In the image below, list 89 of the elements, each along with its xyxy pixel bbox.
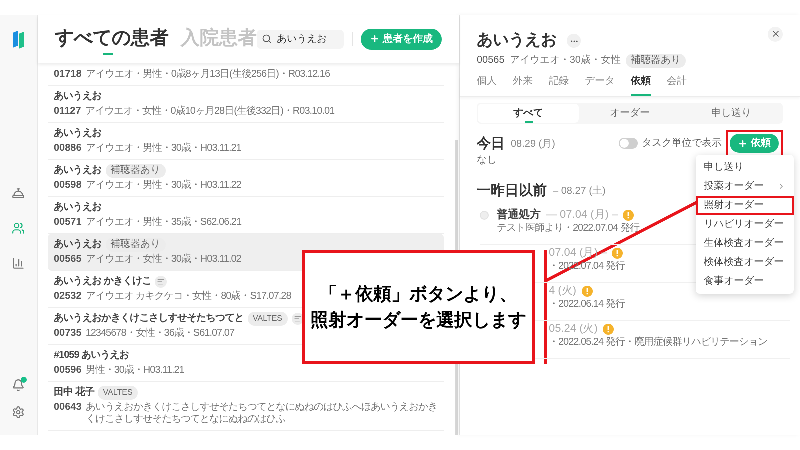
- patient-id: 02532: [54, 291, 82, 303]
- patient-details: アイウエオ・男性・0歳8ヶ月13日(生後256日)・R03.12.16: [86, 69, 330, 81]
- menu-item[interactable]: 食事オーダー: [696, 272, 794, 291]
- nav-item[interactable]: [10, 220, 27, 237]
- detail-tab[interactable]: 会計: [667, 76, 687, 96]
- section-title: 今日: [477, 134, 505, 153]
- toggle-label: タスク単位で表示: [642, 136, 722, 151]
- settings-button[interactable]: [10, 404, 27, 421]
- tag: VALTES: [248, 312, 288, 326]
- patient-id: 00565: [477, 54, 505, 68]
- patient-row[interactable]: 01718 アイウエオ・男性・0歳8ヶ月13日(生後256日)・R03.12.16: [48, 63, 444, 86]
- people-icon: [12, 222, 25, 235]
- bell-tray-icon: [12, 187, 25, 200]
- section-title: 一昨日以前: [477, 181, 547, 200]
- order-date: 07.04 (月) –: [549, 246, 608, 261]
- patient-details: アイウエオ・男性・35歳・S62.06.21: [86, 217, 242, 229]
- segment-tab[interactable]: すべて: [478, 104, 580, 123]
- patient-details: 男性・30歳・H03.11.21: [86, 365, 184, 377]
- patient-details: アイウエオ カキクケコ・女性・80歳・S17.07.28: [86, 291, 292, 303]
- patient-id: 00571: [54, 217, 82, 229]
- logo-icon: [12, 31, 24, 49]
- patient-id: 00565: [54, 254, 82, 266]
- detail-tab[interactable]: 外来: [513, 76, 533, 96]
- plus-icon: [738, 138, 748, 148]
- section-date: 08.29 (月): [511, 138, 556, 152]
- patient-name: あいうえおかきくけこさしすせそたちつてと: [54, 312, 244, 326]
- patient-name: あいうえお かきくけこ: [54, 275, 152, 289]
- patient-name: あいうえお: [54, 127, 102, 141]
- patient-details: アイウエオ・女性・30歳・H03.11.02: [86, 254, 242, 266]
- nav-item[interactable]: [10, 255, 27, 272]
- segment-tab[interactable]: オーダー: [579, 104, 681, 123]
- patient-id: 00598: [54, 180, 82, 192]
- patient-row[interactable]: あいうえお 01127 アイウエオ・女性・0歳10ヶ月28日(生後332日)・R03.10.01: [48, 86, 444, 123]
- patient-title: あいうえお: [477, 31, 557, 51]
- settings-icon: [12, 406, 25, 419]
- detail-tab[interactable]: 記録: [549, 76, 569, 96]
- patient-id: 01127: [54, 106, 82, 118]
- patient-id: 01718: [54, 69, 82, 81]
- patient-id: 00735: [54, 328, 82, 340]
- order-date: 05.24 (火): [549, 322, 598, 337]
- plus-icon: [370, 34, 380, 44]
- toggle-switch[interactable]: [619, 138, 638, 149]
- patient-id: 00886: [54, 143, 82, 155]
- patient-meta: アイウエオ・30歳・女性: [510, 54, 621, 68]
- bell-icon: [12, 379, 25, 392]
- patient-name: あいうえお: [54, 164, 102, 178]
- menu-item[interactable]: 生体検査オーダー: [696, 234, 794, 253]
- patient-id: 00643: [54, 402, 82, 414]
- section-date: – 08.27 (土): [553, 184, 606, 199]
- order-info: ・2022.06.14 発行: [549, 299, 625, 311]
- close-icon: [770, 29, 780, 39]
- patient-name: #1059 あいうえお: [54, 349, 130, 363]
- empty-text: なし: [477, 154, 497, 168]
- patient-row[interactable]: あいうえお 00886 アイウエオ・男性・30歳・H03.11.21: [48, 123, 444, 160]
- search-icon: [262, 34, 272, 44]
- menu-item[interactable]: 検体検査オーダー: [696, 253, 794, 272]
- detail-tab[interactable]: データ: [585, 76, 615, 96]
- menu-item[interactable]: 照射オーダー: [696, 196, 794, 215]
- patient-name: 田中 花子: [54, 386, 94, 400]
- chart-icon: [12, 257, 25, 270]
- order-title: 普通処方: [497, 207, 541, 223]
- tag: VALTES: [98, 386, 138, 400]
- patient-details: あいうえおかきくけこさしすせそたちつてとなにぬねのはひふへほあいうえおかきくけこさしすせそたちつてとなにぬねのはひふ: [86, 402, 438, 426]
- patient-details: アイウエオ・男性・30歳・H03.11.21: [86, 143, 242, 155]
- patient-details: アイウエオ・男性・30歳・H03.11.22: [86, 180, 242, 192]
- patient-id: 00596: [54, 365, 82, 377]
- menu-item[interactable]: 申し送り: [696, 158, 794, 177]
- tag: 補聴器あり: [626, 54, 686, 68]
- patient-name: あいうえお: [54, 90, 102, 104]
- order-info: テスト医師より・2022.07.04 発行: [497, 223, 640, 235]
- order-date: — 07.04 (月) –: [546, 208, 618, 223]
- order-info: ・2022.05.24 発行・廃用症候群リハビリテーション: [549, 337, 768, 349]
- patient-row[interactable]: 田中 花子 VALTES 00643 あいうえおかきくけこさしすせそたちつてとなにぬねのはひふへほあいうえおかきくけこさしすせそたちつてとなにぬねのはひふ: [48, 382, 444, 431]
- detail-tab[interactable]: 依頼: [631, 76, 651, 96]
- menu-item[interactable]: 投薬オーダー: [696, 177, 794, 196]
- segment-tab[interactable]: 申し送り: [680, 104, 782, 123]
- patient-row[interactable]: あいうえお 補聴器あり 00598 アイウエオ・男性・30歳・H03.11.22: [48, 160, 444, 197]
- notification-button[interactable]: [10, 377, 27, 394]
- patient-name: あいうえお: [54, 201, 102, 215]
- close-button[interactable]: [768, 26, 783, 42]
- menu-item[interactable]: リハビリオーダー: [696, 215, 794, 234]
- patient-details: アイウエオ・女性・0歳10ヶ月28日(生後332日)・R03.10.01: [85, 106, 335, 118]
- detail-tab[interactable]: 個人: [477, 76, 497, 96]
- patient-name: あいうえお: [54, 238, 102, 252]
- order-date: 4 (火): [549, 284, 576, 299]
- more-button[interactable]: [567, 34, 581, 48]
- search-field[interactable]: あいうえお: [257, 30, 344, 48]
- tag: 補聴器あり: [106, 164, 166, 178]
- patient-details: 12345678・女性・36歳・S61.07.07: [86, 328, 235, 340]
